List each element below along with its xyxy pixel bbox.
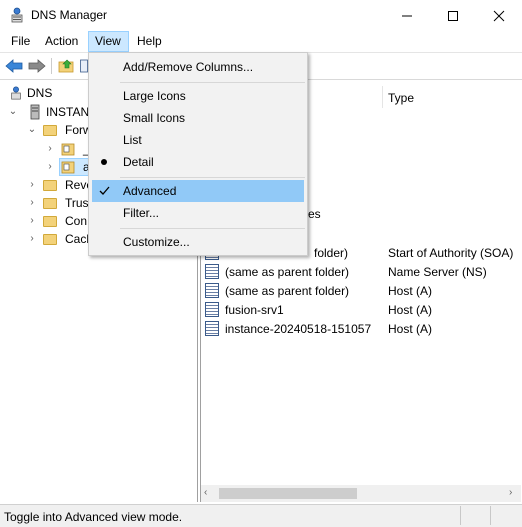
status-divider (490, 506, 491, 525)
toolbar-separator (51, 58, 52, 74)
record-icon (205, 302, 219, 317)
menu-separator (120, 82, 305, 83)
folder-icon (43, 125, 57, 136)
close-icon (493, 10, 505, 21)
folder-icon (43, 216, 57, 227)
folder-icon (43, 180, 57, 191)
record-type: Host (A) (388, 303, 433, 317)
minimize-button[interactable] (384, 0, 430, 31)
chevron-down-icon[interactable]: ⌄ (8, 103, 18, 121)
partial-text: es (308, 207, 321, 221)
menu-file[interactable]: File (5, 31, 36, 52)
chevron-right-icon[interactable]: › (27, 230, 37, 248)
menu-item-advanced[interactable]: Advanced (92, 180, 304, 202)
radio-bullet-icon (101, 159, 107, 165)
record-type: Start of Authority (SOA) (388, 246, 514, 260)
menu-item-customize[interactable]: Customize... (92, 231, 304, 253)
record-name: fusion-srv1 (225, 303, 284, 317)
chevron-right-icon[interactable]: › (27, 194, 37, 212)
chevron-right-icon[interactable]: › (45, 158, 55, 176)
menu-separator (120, 177, 305, 178)
window-title: DNS Manager (31, 8, 108, 22)
chevron-right-icon[interactable]: › (27, 212, 37, 230)
chevron-right-icon[interactable]: › (27, 176, 37, 194)
chevron-right-icon[interactable]: › (45, 140, 55, 158)
zone-icon (61, 161, 75, 174)
menu-item-add-remove-columns[interactable]: Add/Remove Columns... (92, 56, 304, 78)
menu-action[interactable]: Action (39, 31, 84, 52)
status-divider (460, 506, 461, 525)
record-type: Name Server (NS) (388, 265, 487, 279)
server-icon (30, 104, 40, 120)
maximize-button[interactable] (430, 0, 476, 31)
chevron-down-icon[interactable]: ⌄ (27, 121, 37, 139)
maximize-icon (448, 10, 458, 21)
record-name: (same as parent folder) (225, 284, 350, 298)
menu-view[interactable]: View (88, 31, 129, 52)
folder-icon (43, 234, 57, 245)
status-text: Toggle into Advanced view mode. (4, 510, 183, 524)
dns-server-icon (11, 7, 23, 23)
menu-separator (120, 228, 305, 229)
scrollbar-thumb[interactable] (219, 488, 357, 499)
view-menu-dropdown: Add/Remove Columns... Large Icons Small … (88, 52, 308, 256)
menu-item-filter[interactable]: Filter... (92, 202, 304, 224)
record-name: folder) (314, 246, 349, 260)
scroll-right-icon[interactable]: › (509, 487, 512, 498)
back-arrow-icon[interactable] (5, 58, 23, 74)
folder-icon (43, 198, 57, 209)
dns-server-icon (11, 86, 21, 100)
menu-item-detail[interactable]: Detail (92, 151, 304, 173)
forward-arrow-icon[interactable] (28, 58, 46, 74)
minimize-icon (402, 15, 412, 16)
menu-item-small-icons[interactable]: Small Icons (92, 107, 304, 129)
record-type: Host (A) (388, 322, 433, 336)
console-tree-icon[interactable] (80, 58, 88, 74)
column-header-type[interactable]: Type (388, 91, 414, 105)
menu-help[interactable]: Help (131, 31, 168, 52)
record-icon (205, 283, 219, 298)
record-icon (205, 321, 219, 336)
tree-label: Con (65, 214, 88, 228)
record-type: Host (A) (388, 284, 433, 298)
list-item[interactable]: instance-20240518-151057 Host (A) (205, 320, 521, 338)
scroll-left-icon[interactable]: ‹ (204, 487, 207, 498)
list-item[interactable]: fusion-srv1 Host (A) (205, 301, 521, 319)
up-folder-icon[interactable] (58, 58, 76, 74)
zone-icon (61, 143, 75, 156)
list-item[interactable]: (same as parent folder) Host (A) (205, 282, 521, 300)
close-button[interactable] (476, 0, 522, 31)
record-name: instance-20240518-151057 (225, 322, 372, 336)
record-name: (same as parent folder) (225, 265, 350, 279)
list-item[interactable]: (same as parent folder) Name Server (NS) (205, 263, 521, 281)
menu-item-large-icons[interactable]: Large Icons (92, 85, 304, 107)
tree-label: DNS (27, 86, 53, 100)
column-divider (382, 86, 383, 108)
record-icon (205, 264, 219, 279)
menu-item-list[interactable]: List (92, 129, 304, 151)
checkmark-icon (99, 186, 110, 195)
